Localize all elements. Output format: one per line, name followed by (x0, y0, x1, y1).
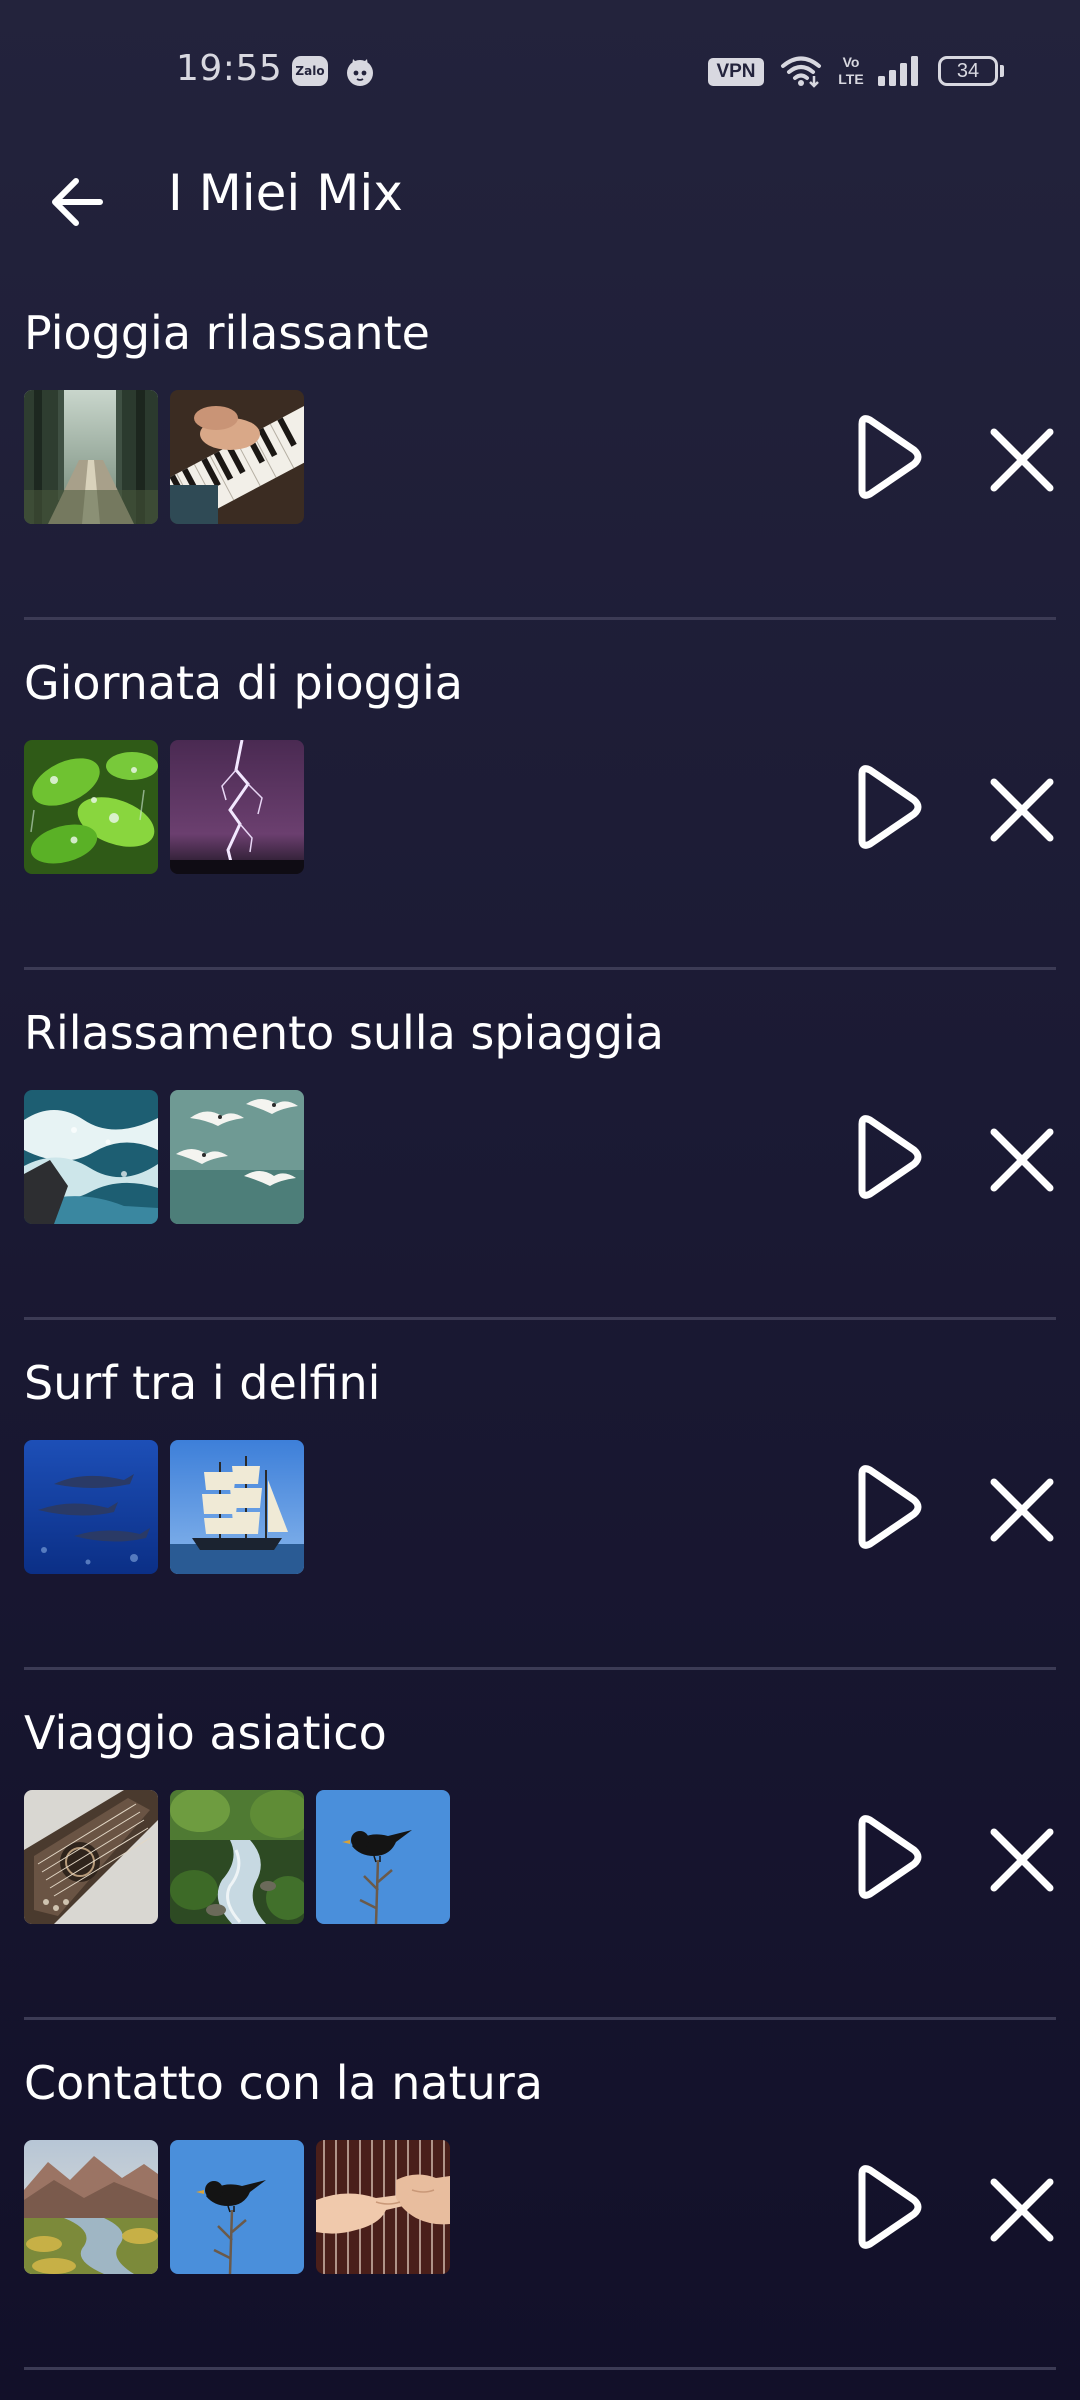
mix-item[interactable]: Surf tra i delfini (0, 1320, 1080, 1670)
forest-stream-thumbnail (170, 1790, 304, 1924)
dolphins-thumbnail (24, 1440, 158, 1574)
back-button[interactable] (40, 168, 130, 238)
play-icon (858, 1815, 922, 1899)
sailing-ship-thumbnail (170, 1440, 304, 1574)
play-icon (858, 1115, 922, 1199)
mix-title: Viaggio asiatico (24, 1706, 387, 1760)
mix-title: Surf tra i delfini (24, 1356, 381, 1410)
mix-sound-thumbnails (24, 2140, 450, 2274)
play-mix-button[interactable] (852, 2162, 924, 2252)
mountain-river-thumbnail (24, 2140, 158, 2274)
remove-mix-button[interactable] (980, 1118, 1064, 1202)
close-icon (990, 778, 1054, 842)
mix-item[interactable]: Giornata di pioggia (0, 620, 1080, 970)
mix-title: Contatto con la natura (24, 2056, 543, 2110)
app-header: I Miei Mix (0, 150, 1080, 250)
play-mix-button[interactable] (852, 762, 924, 852)
remove-mix-button[interactable] (980, 1468, 1064, 1552)
remove-mix-button[interactable] (980, 768, 1064, 852)
ocean-waves-thumbnail (24, 1090, 158, 1224)
close-icon (990, 2178, 1054, 2242)
mix-sound-thumbnails (24, 740, 304, 874)
mix-sound-thumbnails (24, 1090, 304, 1224)
mix-item[interactable]: Pioggia rilassante (0, 270, 1080, 620)
mix-title: Giornata di pioggia (24, 656, 463, 710)
status-bar: 19:55 Zalo VPN Vo LTE 34 (0, 0, 1080, 140)
close-icon (990, 1828, 1054, 1892)
remove-mix-button[interactable] (980, 418, 1064, 502)
mix-item[interactable]: Rilassamento sulla spiaggia (0, 970, 1080, 1320)
remove-mix-button[interactable] (980, 1818, 1064, 1902)
play-icon (858, 415, 922, 499)
signal-icon (876, 54, 922, 88)
play-icon (858, 2165, 922, 2249)
mix-list: Pioggia rilassante Giornata di pioggia R… (0, 270, 1080, 2370)
mix-item[interactable]: Contatto con la natura (0, 2020, 1080, 2370)
status-time: 19:55 (176, 48, 283, 89)
play-icon (858, 765, 922, 849)
close-icon (990, 428, 1054, 492)
remove-mix-button[interactable] (980, 2168, 1064, 2252)
divider (24, 2367, 1056, 2370)
lightning-thumbnail (170, 740, 304, 874)
mix-sound-thumbnails (24, 390, 304, 524)
vpn-icon: VPN (708, 58, 764, 86)
play-mix-button[interactable] (852, 1812, 924, 1902)
volte-icon: Vo LTE (838, 54, 864, 87)
mix-sound-thumbnails (24, 1790, 450, 1924)
close-icon (990, 1478, 1054, 1542)
mix-sound-thumbnails (24, 1440, 304, 1574)
play-mix-button[interactable] (852, 412, 924, 502)
play-icon (858, 1465, 922, 1549)
cat-notification-icon (344, 56, 376, 88)
close-icon (990, 1128, 1054, 1192)
blackbird-thumbnail (170, 2140, 304, 2274)
page-title: I Miei Mix (168, 164, 403, 222)
wifi-icon (780, 54, 822, 88)
battery-tip (1000, 65, 1004, 77)
battery-icon: 34 (938, 56, 998, 86)
mix-title: Rilassamento sulla spiaggia (24, 1006, 664, 1060)
zither-thumbnail (24, 1790, 158, 1924)
arrow-left-icon (52, 178, 103, 226)
blackbird-thumbnail (316, 1790, 450, 1924)
harp-hands-thumbnail (316, 2140, 450, 2274)
play-mix-button[interactable] (852, 1112, 924, 1202)
forest-road-thumbnail (24, 390, 158, 524)
mix-title: Pioggia rilassante (24, 306, 430, 360)
mix-item[interactable]: Viaggio asiatico (0, 1670, 1080, 2020)
zalo-notification-icon: Zalo (292, 56, 328, 86)
green-leaves-rain-thumbnail (24, 740, 158, 874)
piano-hands-thumbnail (170, 390, 304, 524)
seagulls-thumbnail (170, 1090, 304, 1224)
play-mix-button[interactable] (852, 1462, 924, 1552)
